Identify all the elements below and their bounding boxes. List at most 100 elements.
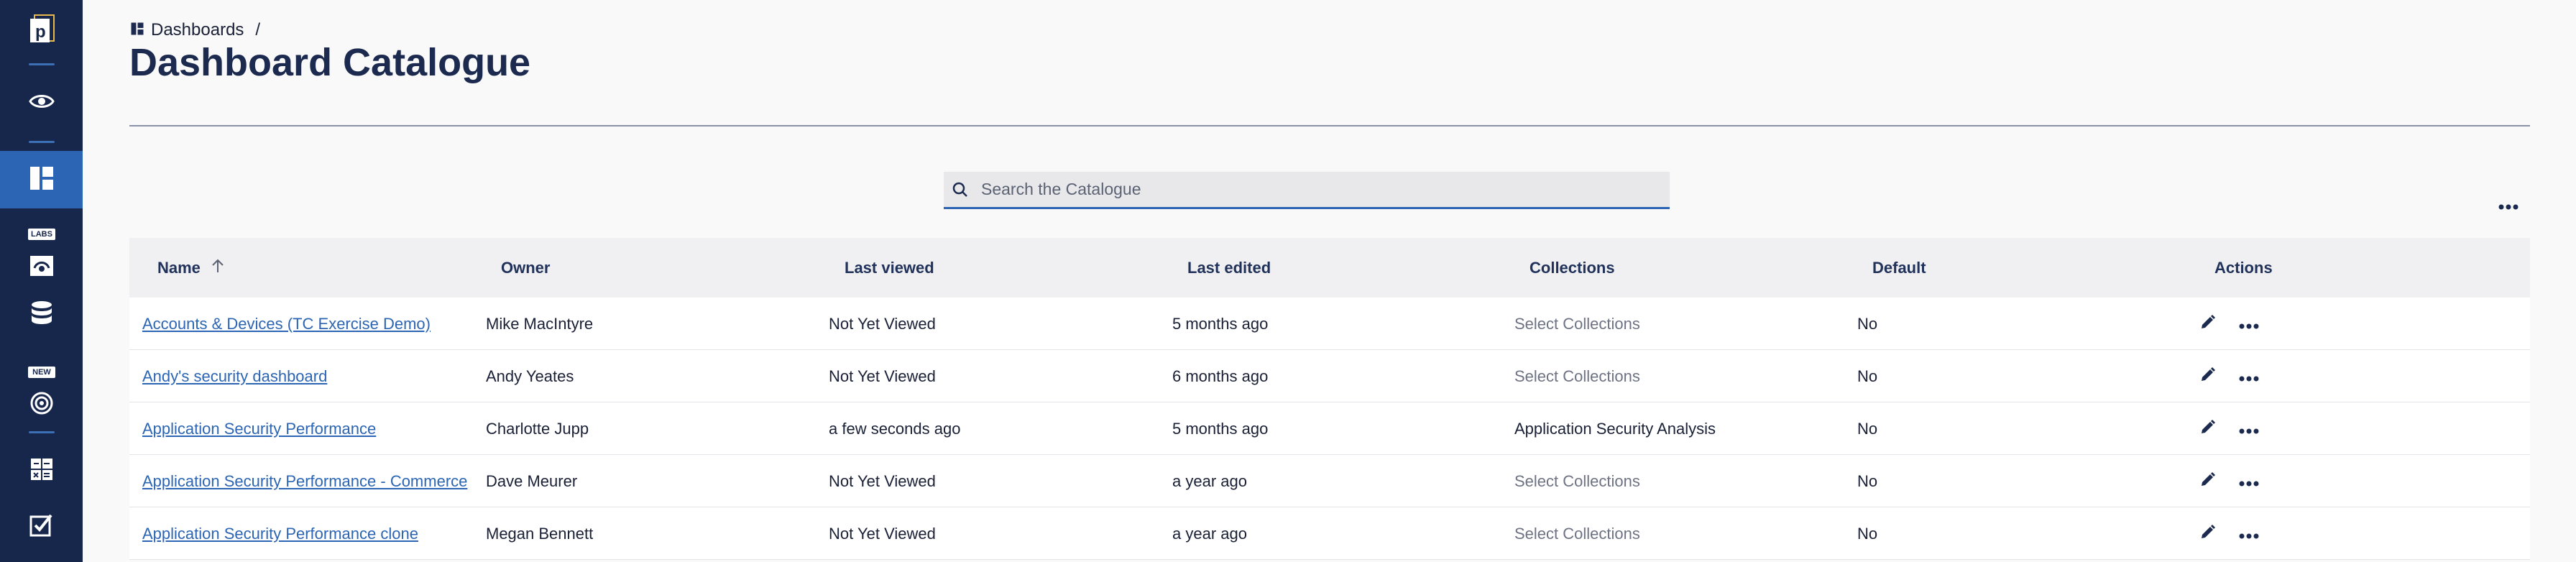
last-viewed-cell: Not Yet Viewed: [829, 314, 936, 333]
column-header-label: Actions: [2214, 258, 2273, 277]
dashboard-name-link[interactable]: Application Security Performance clone: [142, 525, 418, 543]
row-actions: [2200, 350, 2259, 402]
sidebar-item-data[interactable]: [0, 286, 83, 344]
pendo-logo[interactable]: p: [0, 1, 83, 59]
breadcrumb: Dashboards /: [131, 20, 260, 40]
more-horizontal-icon: [2239, 367, 2259, 386]
table-row: Application Security Performance Charlot…: [129, 402, 2530, 455]
more-horizontal-icon: [2239, 315, 2259, 333]
dashboard-name-link[interactable]: Andy's security dashboard: [142, 367, 327, 386]
last-edited-cell: 5 months ago: [1172, 314, 1269, 333]
dashboard-name-link[interactable]: Accounts & Devices (TC Exercise Demo): [142, 315, 431, 333]
edit-button[interactable]: [2200, 367, 2216, 387]
table-body: Accounts & Devices (TC Exercise Demo) Mi…: [129, 298, 2530, 560]
row-more-button[interactable]: [2239, 367, 2259, 386]
owner-cell: Mike MacIntyre: [486, 314, 594, 333]
more-horizontal-icon: [2239, 472, 2259, 491]
search-input[interactable]: [980, 179, 1670, 200]
sidebar-item-labs[interactable]: [0, 232, 83, 290]
breadcrumb-dashboards-link[interactable]: Dashboards: [151, 20, 244, 40]
more-horizontal-icon: [2498, 201, 2518, 213]
more-horizontal-icon: [2239, 525, 2259, 543]
row-more-button[interactable]: [2239, 472, 2259, 491]
row-actions: [2200, 455, 2259, 507]
default-cell: No: [1857, 419, 1878, 438]
table-row: Application Security Performance clone M…: [129, 507, 2530, 560]
breadcrumb-separator: /: [255, 20, 261, 40]
column-header-last-viewed[interactable]: Last viewed: [845, 238, 934, 298]
dashboard-name-cell: Application Security Performance clone: [142, 507, 475, 560]
column-header-last-edited[interactable]: Last edited: [1187, 238, 1271, 298]
pencil-icon: [2200, 314, 2216, 334]
column-header-owner[interactable]: Owner: [501, 238, 550, 298]
table-row: Application Security Performance - Comme…: [129, 455, 2530, 507]
pencil-icon: [2200, 524, 2216, 544]
column-header-label: Last viewed: [845, 258, 934, 277]
svg-text:p: p: [35, 22, 46, 42]
dashboard-name-cell: Application Security Performance: [142, 402, 475, 455]
table-row: Andy's security dashboard Andy Yeates No…: [129, 350, 2530, 402]
column-header-label: Last edited: [1187, 258, 1271, 277]
dashboard-name-link[interactable]: Application Security Performance: [142, 420, 376, 438]
default-cell: No: [1857, 471, 1878, 490]
row-more-button[interactable]: [2239, 315, 2259, 333]
column-header-label: Owner: [501, 258, 551, 277]
sort-ascending-icon: [211, 258, 225, 278]
logo-icon: p: [28, 14, 55, 47]
sidebar-separator: [29, 63, 55, 65]
collections-select[interactable]: Select Collections: [1514, 298, 1640, 350]
labs-icon: [29, 255, 54, 280]
owner-cell: Megan Bennett: [486, 524, 594, 543]
sidebar-separator: [29, 431, 55, 433]
last-viewed-cell: Not Yet Viewed: [829, 367, 936, 385]
sidebar-item-checklist[interactable]: [0, 497, 83, 555]
last-edited-cell: 5 months ago: [1172, 419, 1269, 438]
owner-cell: Charlotte Jupp: [486, 419, 589, 438]
sidebar: p LABS NEW: [0, 0, 83, 562]
last-viewed-cell: Not Yet Viewed: [829, 471, 936, 490]
collections-select[interactable]: Select Collections: [1514, 507, 1640, 560]
row-more-button[interactable]: [2239, 420, 2259, 438]
eye-icon: [28, 93, 55, 114]
pencil-icon: [2200, 367, 2216, 387]
sidebar-item-calculator[interactable]: [0, 442, 83, 499]
edit-button[interactable]: [2200, 524, 2216, 544]
target-icon: [29, 391, 54, 419]
default-cell: No: [1857, 524, 1878, 543]
last-viewed-cell: a few seconds ago: [829, 419, 961, 438]
dashboard-icon: [29, 166, 54, 194]
last-edited-cell: 6 months ago: [1172, 367, 1269, 385]
last-viewed-cell: Not Yet Viewed: [829, 524, 936, 543]
search-icon: [952, 182, 968, 198]
column-header-collections[interactable]: Collections: [1530, 238, 1615, 298]
collections-select[interactable]: Application Security Analysis: [1514, 402, 1716, 455]
sidebar-separator: [29, 141, 55, 143]
dashboard-name-cell: Accounts & Devices (TC Exercise Demo): [142, 298, 475, 350]
edit-button[interactable]: [2200, 314, 2216, 334]
collections-select[interactable]: Select Collections: [1514, 350, 1640, 402]
row-actions: [2200, 507, 2259, 560]
column-header-label: Default: [1872, 258, 1926, 277]
edit-button[interactable]: [2200, 419, 2216, 439]
dashboard-icon: [131, 20, 144, 40]
sidebar-item-explore[interactable]: [0, 74, 83, 132]
database-icon: [30, 300, 53, 330]
checkbox-icon: [29, 512, 54, 540]
dashboard-table: Name Owner Last viewed Last edited Colle…: [129, 238, 2530, 560]
row-more-button[interactable]: [2239, 525, 2259, 543]
default-cell: No: [1857, 314, 1878, 333]
edit-button[interactable]: [2200, 471, 2216, 492]
collections-select[interactable]: Select Collections: [1514, 455, 1640, 507]
column-header-default[interactable]: Default: [1872, 238, 1926, 298]
row-actions: [2200, 298, 2259, 350]
sidebar-item-goals[interactable]: [0, 368, 83, 425]
sidebar-item-dashboards[interactable]: [0, 151, 83, 208]
page-title: Dashboard Catalogue: [129, 41, 531, 84]
catalogue-more-button[interactable]: [2494, 200, 2523, 214]
column-header-name[interactable]: Name: [157, 238, 225, 298]
column-header-label: Name: [157, 258, 201, 277]
dashboard-name-link[interactable]: Application Security Performance - Comme…: [142, 472, 467, 491]
dashboard-name-cell: Andy's security dashboard: [142, 350, 475, 402]
column-header-label: Collections: [1530, 258, 1615, 277]
pencil-icon: [2200, 471, 2216, 492]
